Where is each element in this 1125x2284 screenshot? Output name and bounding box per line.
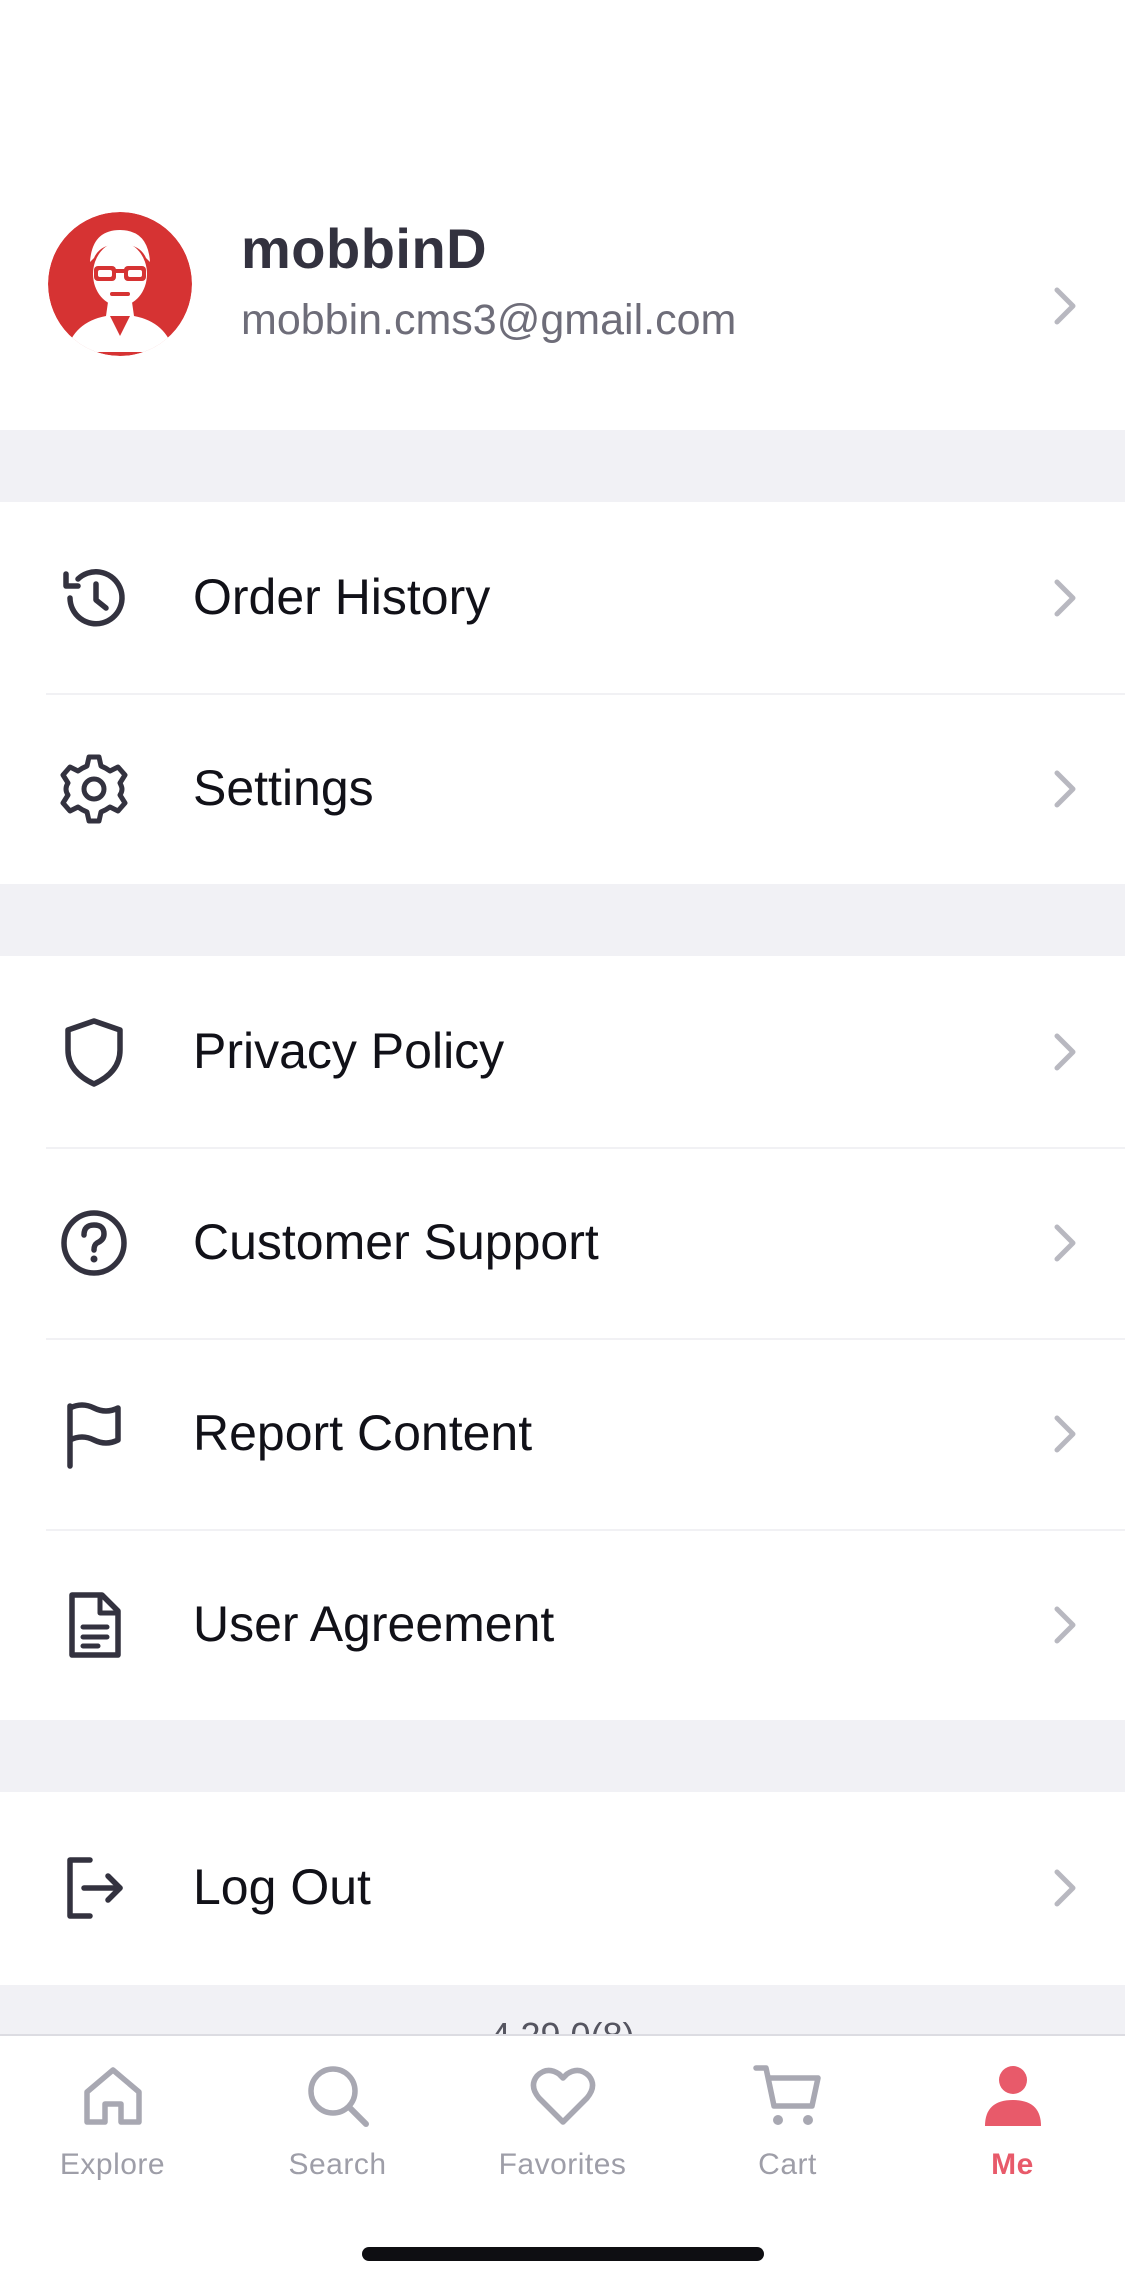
shield-icon bbox=[56, 1014, 132, 1090]
menu-item-label: Privacy Policy bbox=[193, 1023, 505, 1079]
flag-icon bbox=[56, 1396, 132, 1472]
chevron-right-icon bbox=[1049, 1603, 1079, 1647]
tab-me[interactable]: Me bbox=[900, 2060, 1125, 2210]
chevron-right-icon bbox=[1049, 576, 1079, 620]
home-indicator[interactable] bbox=[362, 2247, 764, 2261]
home-icon bbox=[77, 2060, 149, 2132]
chevron-right-icon bbox=[1049, 1030, 1079, 1074]
section-divider bbox=[0, 430, 1125, 502]
profile-text: mobbinD mobbin.cms3@gmail.com bbox=[241, 216, 736, 348]
section-divider bbox=[0, 884, 1125, 956]
account-menu-group: Order History Settings bbox=[0, 502, 1125, 884]
session-menu-group: Log Out bbox=[0, 1792, 1125, 1983]
menu-item-label: Settings bbox=[193, 760, 374, 816]
menu-item-settings[interactable]: Settings bbox=[0, 693, 1125, 884]
tab-label: Cart bbox=[758, 2148, 817, 2181]
question-circle-icon bbox=[56, 1205, 132, 1281]
profile-header[interactable]: mobbinD mobbin.cms3@gmail.com bbox=[0, 180, 1125, 430]
menu-item-privacy-policy[interactable]: Privacy Policy bbox=[0, 956, 1125, 1147]
tab-favorites[interactable]: Favorites bbox=[450, 2060, 675, 2210]
menu-item-label: Log Out bbox=[193, 1859, 371, 1915]
chevron-right-icon bbox=[1049, 1866, 1079, 1910]
history-icon bbox=[56, 560, 132, 636]
menu-item-log-out[interactable]: Log Out bbox=[0, 1792, 1125, 1983]
user-avatar-glasses-icon bbox=[48, 212, 192, 356]
profile-email: mobbin.cms3@gmail.com bbox=[241, 296, 737, 344]
person-icon bbox=[977, 2060, 1049, 2132]
profile-name: mobbinD bbox=[241, 217, 488, 280]
tab-label: Explore bbox=[59, 2148, 166, 2181]
tab-label: Favorites bbox=[498, 2148, 627, 2181]
menu-item-label: Customer Support bbox=[193, 1214, 599, 1270]
info-menu-group: Privacy Policy Customer Support Report C… bbox=[0, 956, 1125, 1720]
tab-explore[interactable]: Explore bbox=[0, 2060, 225, 2210]
app-version-text: 4.29.0(8) bbox=[490, 2015, 634, 2035]
logout-icon bbox=[56, 1850, 132, 1926]
tab-label: Search bbox=[288, 2148, 387, 2181]
menu-item-report-content[interactable]: Report Content bbox=[0, 1338, 1125, 1529]
chevron-right-icon bbox=[1049, 767, 1079, 811]
document-icon bbox=[56, 1587, 132, 1663]
gear-icon bbox=[56, 751, 132, 827]
cart-icon bbox=[752, 2060, 824, 2132]
profile-screen: mobbinD mobbin.cms3@gmail.com Order Hist… bbox=[0, 0, 1125, 2284]
search-icon bbox=[302, 2060, 374, 2132]
chevron-right-icon bbox=[1049, 284, 1079, 328]
menu-item-user-agreement[interactable]: User Agreement bbox=[0, 1529, 1125, 1720]
chevron-right-icon bbox=[1049, 1221, 1079, 1265]
tab-search[interactable]: Search bbox=[225, 2060, 450, 2210]
menu-item-label: Order History bbox=[193, 569, 491, 625]
section-divider bbox=[0, 1720, 1125, 1792]
app-version-label: 4.29.0(8) bbox=[0, 1985, 1125, 2035]
tab-cart[interactable]: Cart bbox=[675, 2060, 900, 2210]
tab-label: Me bbox=[991, 2148, 1034, 2181]
menu-item-label: Report Content bbox=[193, 1405, 533, 1461]
menu-item-label: User Agreement bbox=[193, 1596, 555, 1652]
menu-item-order-history[interactable]: Order History bbox=[0, 502, 1125, 693]
chevron-right-icon bbox=[1049, 1412, 1079, 1456]
menu-item-customer-support[interactable]: Customer Support bbox=[0, 1147, 1125, 1338]
heart-icon bbox=[527, 2060, 599, 2132]
